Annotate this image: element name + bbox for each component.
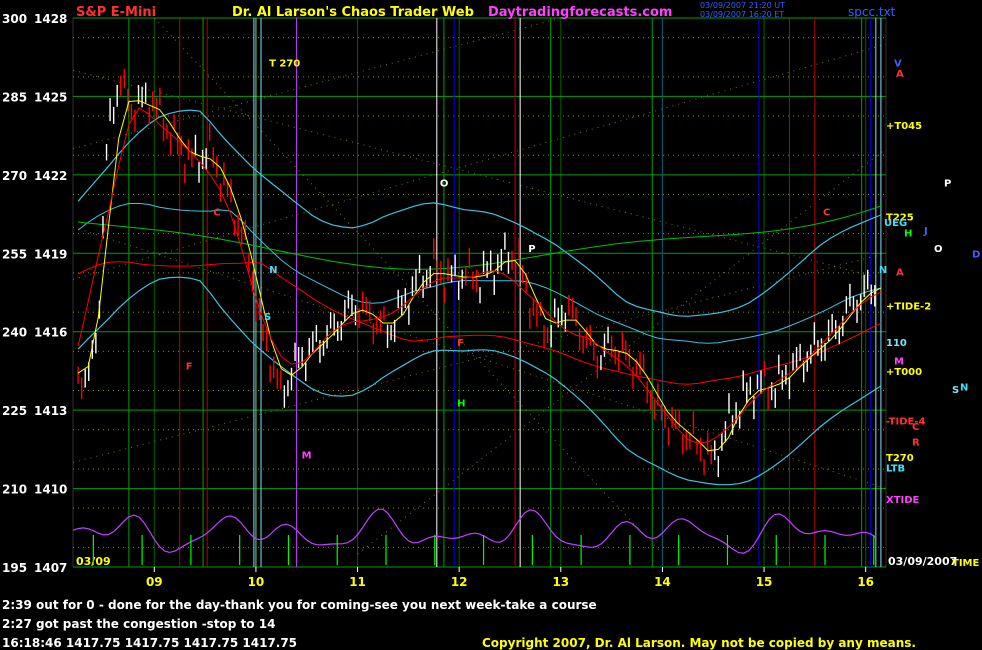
right-level-label: A [896, 268, 904, 279]
right-level-label: LTB [886, 464, 905, 475]
x-axis-label: 11 [349, 575, 366, 589]
reference-letter: N [879, 265, 887, 276]
right-level-label: P [944, 179, 951, 190]
reference-letter: F [457, 338, 464, 349]
x-axis-label: 16 [857, 575, 874, 589]
right-level-label: +T045 [886, 121, 922, 132]
instrument-label: S&P E-Mini [76, 5, 157, 20]
y-axis-left-label: 300 [2, 12, 27, 26]
right-level-label: O [934, 244, 943, 255]
right-level-label: 110 [886, 338, 907, 349]
right-level-label: T270 [886, 453, 914, 464]
right-level-label: H [904, 228, 912, 239]
chart-title: Dr. Al Larson's Chaos Trader Web [232, 5, 474, 20]
copyright-notice: Copyright 2007, Dr. Al Larson. May not b… [482, 636, 916, 650]
right-level-label: +TIDE-2 [886, 302, 931, 313]
reference-letter: S [264, 312, 271, 323]
x-axis-label: 13 [552, 575, 569, 589]
y-axis-price-label: 1425 [34, 90, 67, 104]
y-axis-left-label: 225 [2, 404, 27, 418]
right-level-label: -TIDE-4 [886, 417, 926, 428]
chaos-trader-chart: 300 1428285 1425270 1422255 1419240 1416225 14… [0, 0, 982, 650]
right-level-label: UEG [884, 218, 907, 229]
y-axis-left-label: 270 [2, 169, 27, 183]
x-axis-label: 12 [451, 575, 468, 589]
reference-letter: M [302, 451, 312, 462]
right-level-label: J [923, 226, 928, 237]
y-axis-price-label: 1428 [34, 12, 67, 26]
right-level-label: XTIDE [886, 495, 920, 506]
y-axis-left-label: 285 [2, 90, 27, 104]
footer-note-1: 2:39 out for 0 - done for the day-thank … [2, 598, 597, 612]
right-level-label: D [972, 249, 980, 260]
timestamp-line2: 03/09/2007 16:20 ET [700, 10, 785, 19]
right-level-label: N [960, 383, 968, 394]
x-axis-label: 10 [248, 575, 265, 589]
y-axis-left-label: 195 [2, 561, 27, 575]
y-axis-price-label: 1419 [34, 247, 67, 261]
timestamp-line1: 03/09/2007 21:20 UT [700, 1, 785, 10]
data-file-label: spcc.txt [848, 5, 896, 19]
y-axis-price-label: 1410 [34, 483, 67, 497]
footer-quote: 16:18:46 1417.75 1417.75 1417.75 1417.75 [2, 636, 298, 650]
right-level-label: S [952, 385, 959, 396]
y-axis-price-label: 1422 [34, 169, 67, 183]
x-axis-label: 09 [146, 575, 163, 589]
x-axis-label: 14 [654, 575, 671, 589]
right-level-label: R [912, 438, 920, 449]
y-axis-left-label: 255 [2, 247, 27, 261]
right-level-label: +T000 [886, 367, 922, 378]
y-axis-price-label: 1416 [34, 326, 67, 340]
reference-letter: P [528, 244, 535, 255]
right-level-label: A [896, 69, 904, 80]
site-link[interactable]: Daytradingforecasts.com [488, 5, 672, 20]
reference-letter: F [186, 362, 193, 373]
reference-letter: C [823, 207, 830, 218]
reference-letter: O [440, 179, 449, 190]
right-level-label: M [894, 356, 904, 367]
date-end-label: 03/09/2007 [888, 555, 957, 568]
reference-letter: N [269, 265, 277, 276]
right-level-label: V [894, 58, 902, 69]
y-axis-left-label: 240 [2, 326, 27, 340]
y-axis-price-label: 1407 [34, 561, 67, 575]
reference-letter: H [457, 398, 465, 409]
y-axis-price-label: 1413 [34, 404, 67, 418]
footer-note-2: 2:27 got past the congestion -stop to 14 [2, 617, 276, 631]
reference-letter: T 270 [269, 58, 300, 69]
x-axis-label: 15 [756, 575, 773, 589]
right-level-label: TIME [952, 558, 979, 569]
reference-letter: C [213, 207, 220, 218]
y-axis-left-label: 210 [2, 483, 27, 497]
right-level-label: C [912, 422, 919, 433]
